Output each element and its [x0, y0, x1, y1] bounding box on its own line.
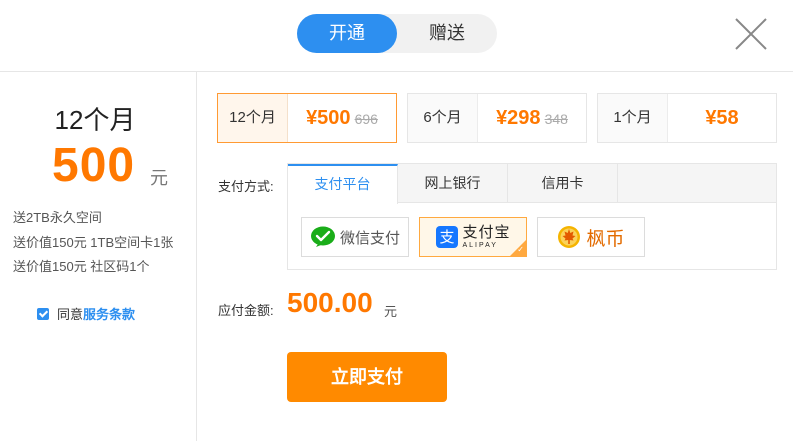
tab-open[interactable]: 开通: [297, 14, 397, 53]
plan-price: ¥298: [496, 107, 541, 129]
summary-unit: 元: [150, 168, 168, 188]
payment-method-label: 支付方式:: [218, 179, 274, 194]
tab-credit-card[interactable]: 信用卡: [508, 164, 618, 203]
wechat-pay-option[interactable]: 微信支付: [301, 217, 409, 257]
order-summary: 12个月 500 元 送2TB永久空间 送价值150元 1TB空间卡1张 送价值…: [0, 72, 197, 441]
plan-original-price: 696: [354, 111, 378, 127]
total-amount: 500.00: [287, 287, 373, 318]
plan-label: 6个月: [408, 94, 478, 142]
plan-label: 1个月: [598, 94, 668, 142]
maple-leaf-icon: [558, 226, 581, 248]
alipay-icon: 支: [436, 226, 459, 248]
svg-text:支: 支: [440, 228, 455, 246]
wechat-pay-label: 微信支付: [339, 229, 400, 247]
plan-price-box: ¥298 348: [478, 94, 586, 142]
payment-tabs: 支付平台 网上银行 信用卡: [288, 164, 776, 204]
tab-online-banking[interactable]: 网上银行: [398, 164, 508, 203]
plan-price-box: ¥500 696: [288, 94, 396, 142]
terms-link[interactable]: 服务条款: [83, 304, 135, 323]
agree-text: 同意: [57, 307, 84, 322]
plan-price: ¥58: [705, 107, 739, 129]
fengbi-label: 枫币: [586, 228, 625, 250]
check-icon: ✓: [517, 245, 524, 254]
plan-original-price: 348: [544, 111, 568, 127]
wechat-icon: [310, 226, 335, 247]
plan-1-month[interactable]: 1个月 ¥58: [597, 93, 777, 143]
payment-panel: 支付平台 网上银行 信用卡 微信支付 支 支付宝 ALIPAY ✓ 枫币: [287, 163, 777, 270]
tab-payment-platform[interactable]: 支付平台: [288, 164, 398, 204]
gift-item: 送2TB永久空间: [13, 210, 102, 225]
summary-price: 500: [52, 139, 136, 192]
gift-item: 送价值150元 社区码1个: [13, 259, 150, 274]
plan-label: 12个月: [218, 94, 288, 142]
close-icon[interactable]: [733, 16, 769, 52]
tab-gift[interactable]: 赠送: [397, 14, 497, 53]
terms-agreement: 同意 服务条款: [37, 304, 135, 323]
total-unit: 元: [384, 304, 398, 319]
terms-checkbox[interactable]: [37, 307, 49, 320]
gift-item: 送价值150元 1TB空间卡1张: [13, 235, 174, 250]
alipay-wordmark: 支付宝 ALIPAY: [462, 225, 510, 249]
plan-price-box: ¥58: [668, 94, 776, 142]
fengbi-option[interactable]: 枫币: [537, 217, 645, 257]
pay-now-button[interactable]: 立即支付: [287, 352, 447, 402]
summary-period: 12个月: [54, 105, 136, 135]
header: 开通 赠送: [0, 0, 793, 72]
alipay-option[interactable]: 支 支付宝 ALIPAY ✓: [419, 217, 527, 257]
plan-12-months[interactable]: 12个月 ¥500 696: [217, 93, 397, 143]
plan-price: ¥500: [306, 107, 351, 129]
alipay-label-en: ALIPAY: [462, 242, 498, 249]
plan-6-months[interactable]: 6个月 ¥298 348: [407, 93, 587, 143]
alipay-label-cn: 支付宝: [462, 224, 511, 241]
total-label: 应付金额:: [218, 303, 274, 318]
mode-toggle: 开通 赠送: [297, 14, 497, 53]
